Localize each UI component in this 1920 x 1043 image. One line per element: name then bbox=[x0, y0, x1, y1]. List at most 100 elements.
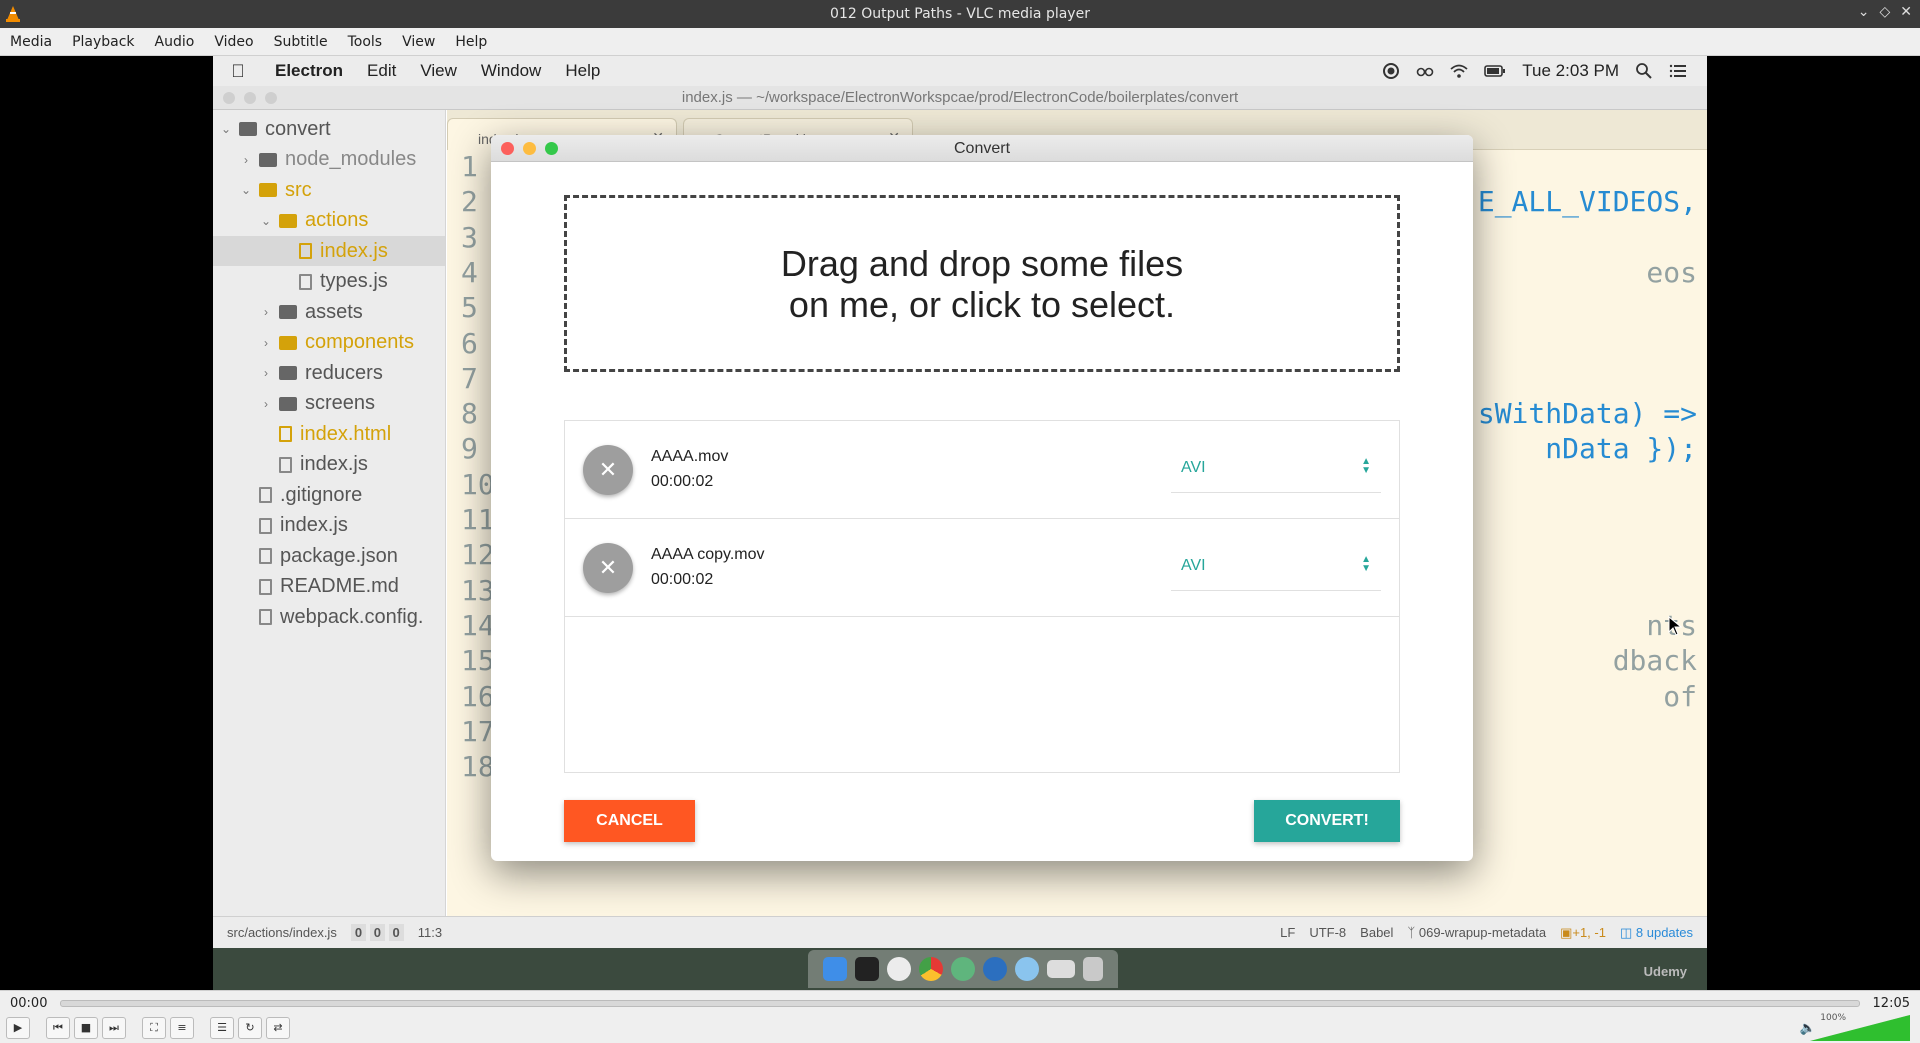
seek-slider[interactable] bbox=[60, 1000, 1860, 1007]
format-select[interactable]: AVI ▲ ▼ bbox=[1171, 445, 1381, 493]
tree-item-label: reducers bbox=[305, 361, 383, 384]
mac-menu-window: Window bbox=[480, 61, 542, 80]
loop-button[interactable]: ↻ bbox=[238, 1017, 262, 1039]
close-icon[interactable]: ✕ bbox=[1900, 4, 1912, 20]
menu-media[interactable]: Media bbox=[0, 34, 62, 50]
record-icon bbox=[1383, 63, 1400, 79]
tree-item[interactable]: › components bbox=[213, 328, 445, 358]
keyboard-icon bbox=[1047, 960, 1075, 978]
tree-item[interactable]: package.json bbox=[213, 541, 445, 571]
tree-item-label: .gitignore bbox=[280, 483, 363, 506]
tree-item-label: actions bbox=[305, 209, 369, 231]
minimize-window-icon[interactable] bbox=[523, 142, 536, 155]
tree-item[interactable]: .gitignore bbox=[213, 480, 445, 510]
mac-menu-help: Help bbox=[565, 61, 601, 80]
menu-audio[interactable]: Audio bbox=[145, 34, 205, 50]
file-dropzone[interactable]: Drag and drop some files on me, or click… bbox=[564, 195, 1400, 372]
tree-item[interactable]: webpack.config. bbox=[213, 602, 445, 632]
diff-icon: ▣ bbox=[1560, 924, 1573, 940]
tree-item[interactable]: index.js bbox=[213, 236, 445, 266]
format-select[interactable]: AVI ▲ ▼ bbox=[1171, 543, 1381, 591]
select-arrows-icon: ▲ ▼ bbox=[1361, 456, 1371, 476]
tree-item[interactable]: ⌄ convert bbox=[213, 114, 445, 144]
mouse-cursor-icon bbox=[1668, 616, 1682, 636]
video-area[interactable]:  Electron Edit View Window Help Tue 2:0… bbox=[0, 56, 1920, 990]
playlist-icon: ☰ bbox=[217, 1021, 227, 1034]
status-count: 0 bbox=[369, 924, 385, 941]
folder-icon bbox=[279, 305, 297, 319]
video-list-item: ✕ AAAA copy.mov 00:00:02 AVI ▲ ▼ bbox=[565, 519, 1399, 617]
folder-icon bbox=[279, 335, 297, 350]
vlc-controls: 00:00 12:05 ▶ ⏮ ■ ⏭ ⛶ ≡ ☰ ↻ ⇄ 🔈 100% bbox=[0, 990, 1920, 1043]
volume-slider[interactable] bbox=[1810, 1015, 1910, 1041]
fullscreen-button[interactable]: ⛶ bbox=[142, 1017, 166, 1039]
cancel-button[interactable]: CANCEL bbox=[564, 800, 695, 842]
glasses-icon bbox=[1416, 67, 1434, 77]
remove-video-button[interactable]: ✕ bbox=[583, 543, 633, 593]
code-text: dback bbox=[1612, 644, 1697, 678]
next-button[interactable]: ⏭ bbox=[102, 1017, 126, 1039]
chevron-down-icon: ⌄ bbox=[220, 122, 232, 136]
tree-item[interactable]: README.md bbox=[213, 572, 445, 602]
status-grammar: Babel bbox=[1360, 925, 1394, 940]
time-elapsed: 00:00 bbox=[10, 996, 48, 1011]
mac-menu-edit: Edit bbox=[367, 61, 397, 80]
close-window-icon[interactable] bbox=[501, 142, 514, 155]
code-text: E_ALL_VIDEOS, bbox=[1477, 185, 1697, 219]
tree-item[interactable]: › screens bbox=[213, 389, 445, 419]
previous-button[interactable]: ⏮ bbox=[46, 1017, 70, 1039]
status-branch: ᛉ 069-wrapup-metadata bbox=[1407, 925, 1547, 940]
line-number: 10 bbox=[461, 467, 495, 501]
folder-icon bbox=[259, 183, 277, 197]
tree-item[interactable]: index.js bbox=[213, 450, 445, 480]
line-number: 9 bbox=[461, 432, 478, 466]
playlist-button[interactable]: ☰ bbox=[210, 1017, 234, 1039]
window-title: 012 Output Paths - VLC media player bbox=[830, 6, 1090, 22]
tree-item[interactable]: ⌄ actions bbox=[213, 206, 445, 236]
extended-settings-button[interactable]: ≡ bbox=[170, 1017, 194, 1039]
menu-help[interactable]: Help bbox=[445, 34, 497, 50]
tree-item[interactable]: index.html bbox=[213, 419, 445, 449]
convert-button[interactable]: CONVERT! bbox=[1254, 800, 1400, 842]
menu-subtitle[interactable]: Subtitle bbox=[264, 34, 338, 50]
status-line-ending: LF bbox=[1280, 925, 1296, 940]
play-button[interactable]: ▶ bbox=[6, 1017, 30, 1039]
time-total: 12:05 bbox=[1872, 996, 1910, 1011]
vlc-title-bar: 012 Output Paths - VLC media player ⌄ ◇ … bbox=[0, 0, 1920, 28]
maximize-icon[interactable]: ◇ bbox=[1879, 4, 1890, 20]
tree-item[interactable]: › reducers bbox=[213, 358, 445, 388]
tree-item[interactable]: types.js bbox=[213, 267, 445, 297]
file-icon bbox=[279, 426, 292, 442]
tree-item[interactable]: ⌄ src bbox=[213, 175, 445, 205]
stop-button[interactable]: ■ bbox=[74, 1017, 98, 1039]
chevron-right-icon: › bbox=[264, 366, 268, 380]
video-name: AAAA copy.mov bbox=[651, 546, 765, 563]
dropzone-text-line2: on me, or click to select. bbox=[788, 283, 1176, 325]
status-count: 0 bbox=[388, 924, 404, 941]
status-encoding: UTF-8 bbox=[1309, 925, 1347, 940]
tree-item[interactable]: › node_modules bbox=[213, 145, 445, 175]
line-number: 8 bbox=[461, 397, 478, 431]
minimize-icon[interactable]: ⌄ bbox=[1858, 4, 1870, 20]
atom-icon bbox=[951, 957, 975, 981]
finder-icon bbox=[823, 957, 847, 981]
menu-playback[interactable]: Playback bbox=[62, 34, 144, 50]
status-updates: ◫ 8 updates bbox=[1619, 924, 1693, 940]
file-icon bbox=[259, 487, 272, 503]
code-text: eos bbox=[1646, 255, 1697, 289]
close-icon: ✕ bbox=[598, 457, 618, 482]
menu-tools[interactable]: Tools bbox=[338, 34, 393, 50]
tree-item[interactable]: index.js bbox=[213, 511, 445, 541]
tree-item-label: convert bbox=[265, 117, 331, 140]
dialog-title: Convert bbox=[953, 140, 1011, 157]
line-number: 2 bbox=[461, 185, 478, 219]
menu-view[interactable]: View bbox=[392, 34, 445, 50]
remove-video-button[interactable]: ✕ bbox=[583, 445, 633, 495]
zoom-window-icon[interactable] bbox=[545, 142, 558, 155]
editor-title: index.js — ~/workspace/ElectronWorkspcae… bbox=[681, 89, 1239, 106]
terminal-icon bbox=[855, 957, 879, 981]
shuffle-button[interactable]: ⇄ bbox=[266, 1017, 290, 1039]
folder-icon bbox=[239, 122, 257, 136]
tree-item[interactable]: › assets bbox=[213, 297, 445, 327]
menu-video[interactable]: Video bbox=[204, 34, 263, 50]
